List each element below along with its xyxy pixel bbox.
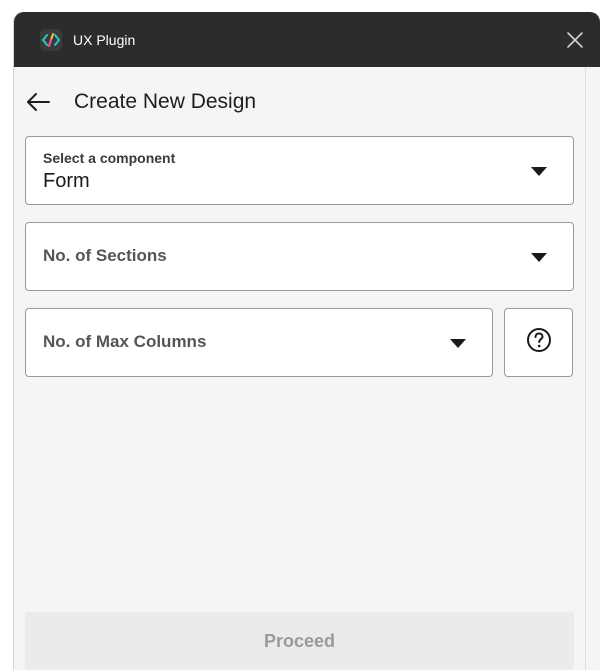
max-columns-select-placeholder: No. of Max Columns <box>43 332 207 351</box>
page-title: Create New Design <box>74 90 257 113</box>
max-columns-select[interactable]: No. of Max Columns <box>25 308 493 377</box>
component-select-label: Select a component <box>43 150 176 166</box>
chevron-down-icon <box>450 339 466 348</box>
proceed-button[interactable]: Proceed <box>25 612 574 670</box>
sections-select-placeholder: No. of Sections <box>43 246 167 265</box>
component-select[interactable]: Select a component Form <box>25 136 574 205</box>
title-bar: UX Plugin <box>14 12 600 67</box>
plugin-content: Create New Design Select a component For… <box>14 67 585 670</box>
component-select-value: Form <box>43 170 90 192</box>
close-icon[interactable] <box>564 29 586 51</box>
chevron-down-icon <box>531 253 547 262</box>
sections-select[interactable]: No. of Sections <box>25 222 574 291</box>
plugin-window: UX Plugin Create New Design Select a com… <box>14 12 600 670</box>
help-button[interactable] <box>504 308 573 377</box>
arrow-left-icon[interactable] <box>25 91 51 113</box>
question-circle-icon <box>526 327 552 358</box>
chevron-down-icon <box>531 167 547 176</box>
screen: UX Plugin Create New Design Select a com… <box>0 0 600 670</box>
window-edge <box>585 67 600 670</box>
code-brackets-icon <box>40 29 62 51</box>
window-title: UX Plugin <box>73 32 136 48</box>
